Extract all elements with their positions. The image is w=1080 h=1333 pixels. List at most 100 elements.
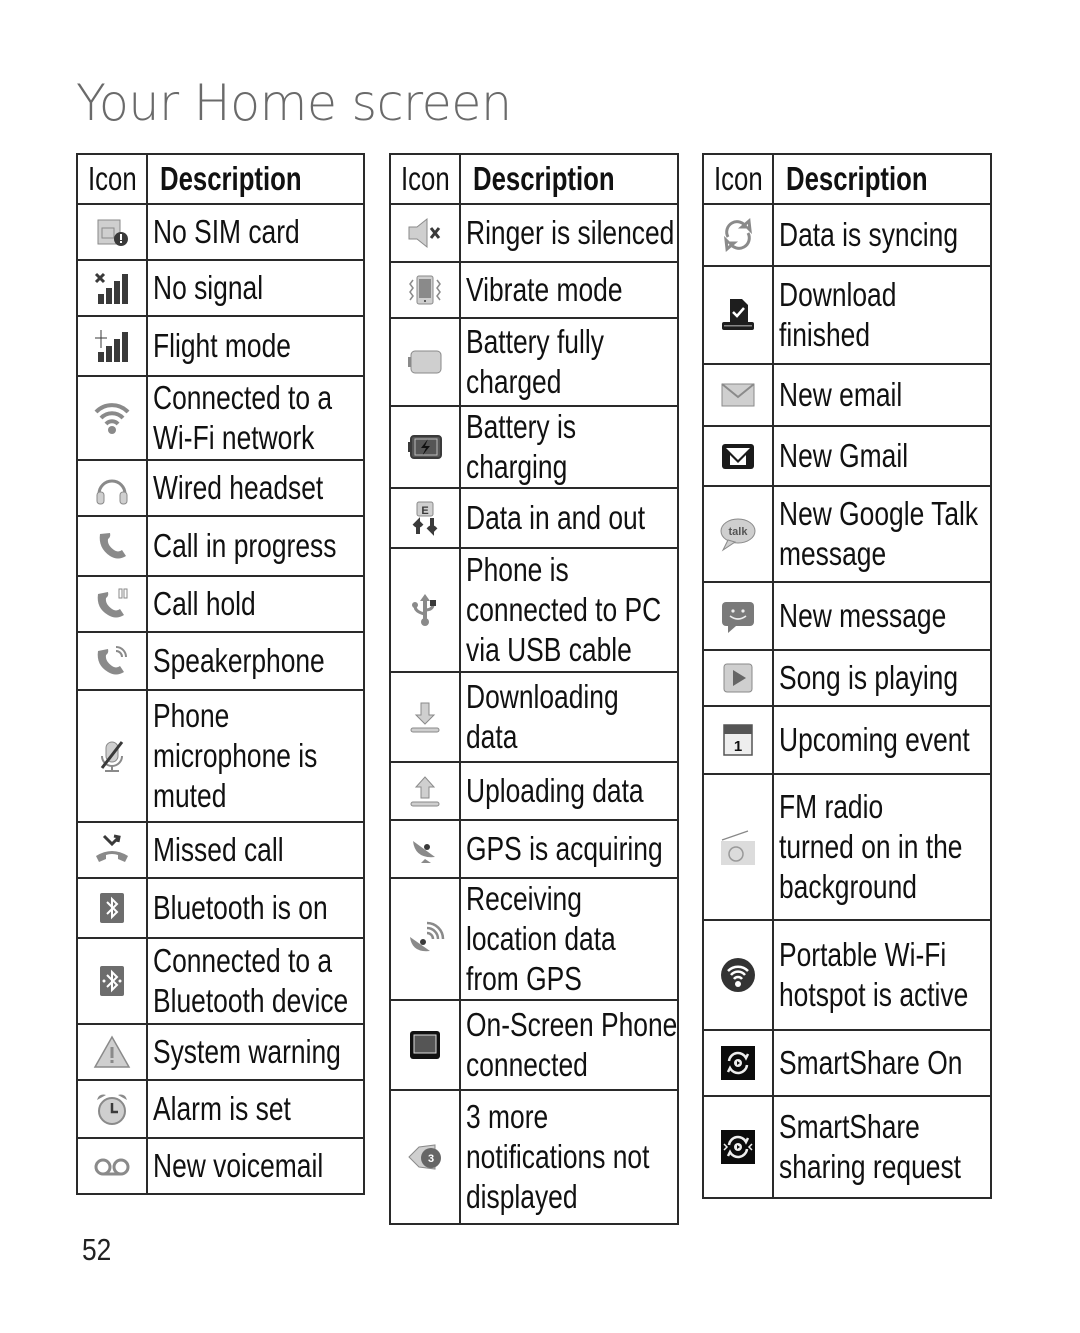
description-cell: System warning [146, 1023, 365, 1081]
row-description: Connected to a Wi-Fi network [153, 379, 333, 456]
header-description-column: Description [459, 153, 679, 205]
icon-badge-text: 3 [428, 1153, 434, 1165]
table-row: Alarm is set [76, 1079, 365, 1139]
icon-cell [389, 999, 461, 1091]
header-description-column: Description [772, 153, 992, 205]
table-row: Ringer is silenced [389, 203, 679, 263]
icon-cell [702, 363, 774, 427]
table-row: Missed call [76, 821, 365, 879]
row-description: System warning [153, 1033, 341, 1070]
row-description: Ringer is silenced [466, 214, 675, 251]
icon-cell [76, 1023, 148, 1081]
description-cell: Uploading data [459, 761, 679, 821]
calendar-event-icon: 1 [718, 720, 758, 760]
table-row: Wired headset [76, 459, 365, 517]
gmail-icon [718, 436, 758, 476]
table-row: Bluetooth is on [76, 877, 365, 939]
description-cell: Portable Wi-Fi hotspot is active [772, 919, 992, 1031]
table-row: SmartShare On [702, 1029, 992, 1097]
description-cell: Download finished [772, 265, 992, 365]
row-description: Song is playing [779, 659, 959, 696]
icon-cell [76, 259, 148, 317]
row-description: GPS is acquiring [466, 830, 663, 867]
description-cell: Flight mode [146, 315, 365, 377]
icon-cell [389, 819, 461, 879]
icon-cell [76, 877, 148, 939]
row-description: Upcoming event [779, 721, 970, 758]
bluetooth-on-icon [92, 888, 132, 928]
row-description: Download finished [779, 276, 897, 353]
description-cell: Battery fully charged [459, 317, 679, 407]
gps-receiving-icon [405, 919, 445, 959]
flight-mode-icon [92, 326, 132, 366]
header-icon-label: Icon [401, 160, 450, 197]
row-description: Flight mode [153, 327, 291, 364]
row-description: Missed call [153, 831, 284, 868]
row-description: Connected to a Bluetooth device [153, 942, 349, 1019]
icon-cell: 3 [389, 1089, 461, 1225]
new-message-icon [718, 596, 758, 636]
icon-cell [76, 937, 148, 1025]
icon-table-2: Icon Description Ringer is silenced Vibr… [389, 153, 679, 1225]
header-icon-column: Icon [76, 153, 148, 205]
description-cell: Data is syncing [772, 203, 992, 267]
icon-cell: talk [702, 485, 774, 583]
bluetooth-connected-icon [92, 961, 132, 1001]
row-description: Vibrate mode [466, 271, 623, 308]
download-finished-icon [718, 295, 758, 335]
vibrate-mode-icon [405, 270, 445, 310]
row-description: New Gmail [779, 437, 909, 474]
description-cell: Vibrate mode [459, 261, 679, 319]
row-description: Uploading data [466, 772, 644, 809]
icon-table-1: Icon Description No SIM card No signal F… [76, 153, 365, 1195]
row-description: Battery fully charged [466, 323, 604, 400]
description-cell: Missed call [146, 821, 365, 879]
gps-acquiring-icon [405, 829, 445, 869]
row-description: On-Screen Phone connected [466, 1006, 678, 1083]
google-talk-icon: talk [718, 514, 758, 554]
row-description: No signal [153, 269, 264, 306]
icon-cell [389, 317, 461, 407]
table-row: New Gmail [702, 425, 992, 487]
table-row: System warning [76, 1023, 365, 1081]
icon-cell [76, 1137, 148, 1195]
table-row: Call in progress [76, 515, 365, 577]
description-cell: Connected to a Wi-Fi network [146, 375, 365, 461]
icon-cell [702, 203, 774, 267]
table-row: Phone microphone is muted [76, 689, 365, 823]
icon-cell [389, 761, 461, 821]
usb-connected-icon [405, 590, 445, 630]
icon-cell [76, 821, 148, 879]
description-cell: GPS is acquiring [459, 819, 679, 879]
icon-cell [702, 1029, 774, 1097]
table-row: FM radio turned on in the background [702, 773, 992, 921]
row-description: Portable Wi-Fi hotspot is active [779, 936, 969, 1013]
page-title: Your Home screen [76, 74, 512, 132]
description-cell: FM radio turned on in the background [772, 773, 992, 921]
icon-table-3: Icon Description Data is syncing Downloa… [702, 153, 992, 1199]
alarm-icon [92, 1089, 132, 1129]
description-cell: Receiving location data from GPS [459, 877, 679, 1001]
system-warning-icon [92, 1032, 132, 1072]
row-description: Data in and out [466, 499, 646, 536]
call-hold-icon [92, 584, 132, 624]
table-row: Data is syncing [702, 203, 992, 267]
header-description-label: Description [473, 160, 615, 197]
header-description-column: Description [146, 153, 365, 205]
icon-badge-text: talk [729, 526, 749, 538]
description-cell: Downloading data [459, 671, 679, 763]
data-in-out-icon: E [405, 498, 445, 538]
icon-cell [702, 265, 774, 365]
on-screen-phone-icon [405, 1025, 445, 1065]
row-description: Call in progress [153, 527, 337, 564]
row-description: Receiving location data from GPS [466, 880, 616, 997]
icon-cell [702, 581, 774, 651]
microphone-muted-icon [92, 736, 132, 776]
row-description: Phone is connected to PC via USB cable [466, 551, 662, 668]
icon-cell: E [389, 487, 461, 549]
description-cell: Wired headset [146, 459, 365, 517]
table-row: New email [702, 363, 992, 427]
row-description: 3 more notifications not displayed [466, 1098, 650, 1215]
table-row: On-Screen Phone connected [389, 999, 679, 1091]
row-description: Phone microphone is muted [153, 697, 318, 814]
